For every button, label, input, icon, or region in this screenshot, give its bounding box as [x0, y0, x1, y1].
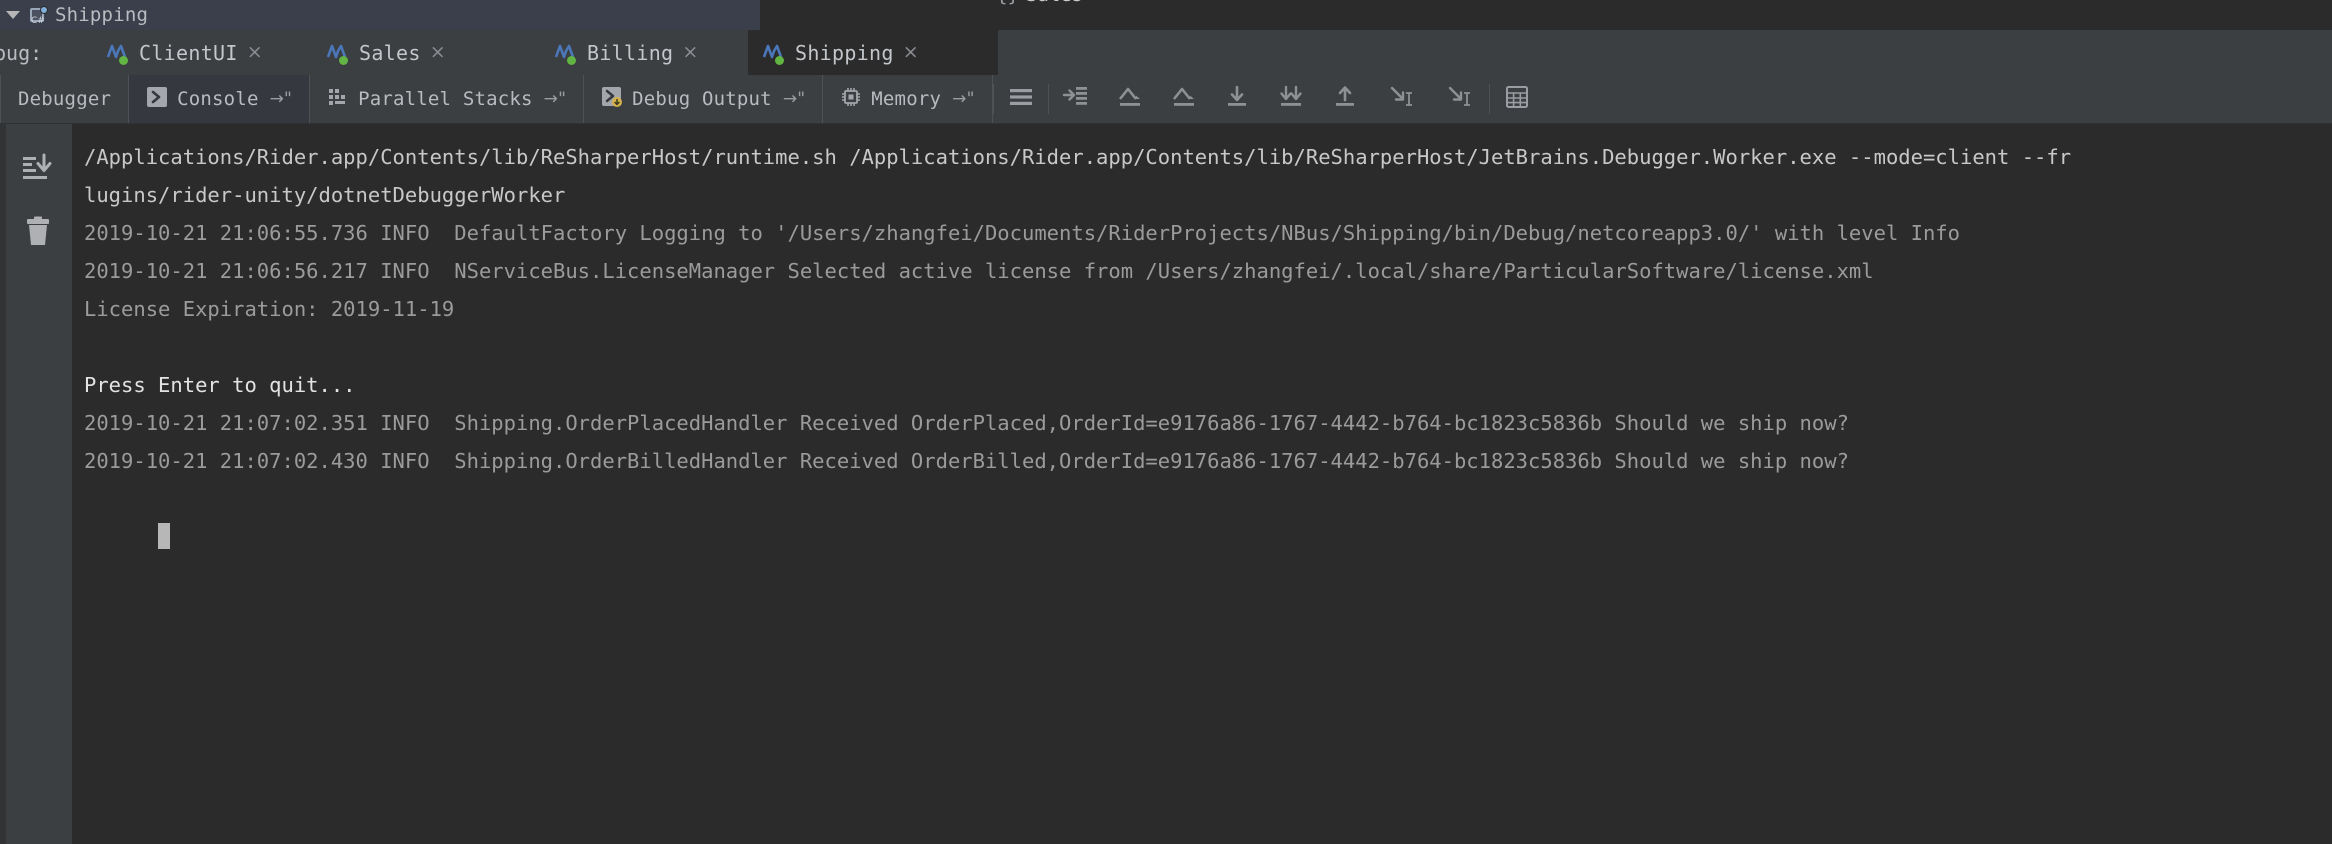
force-step-into-icon	[1061, 84, 1091, 114]
step-over-2-button[interactable]	[1157, 75, 1211, 123]
soft-wrap-icon	[1007, 85, 1035, 113]
evaluate-expression-button[interactable]	[1490, 75, 1544, 123]
run-tab-label: Sales	[359, 40, 421, 65]
force-step-into-2-button[interactable]	[1265, 75, 1319, 123]
csharp-project-icon: C#	[29, 5, 48, 25]
nservicebus-icon	[106, 42, 130, 65]
close-icon[interactable]: ×	[430, 43, 446, 62]
editor-tab-sales-label: Sales	[1026, 0, 1083, 6]
run-to-cursor-2-icon	[1444, 84, 1476, 114]
run-tab-label: Shipping	[795, 40, 894, 65]
tree-node-shipping[interactable]: C# Shipping	[0, 0, 760, 30]
close-icon[interactable]: ×	[682, 43, 698, 62]
tab-debug-output-label: Debug Output	[632, 88, 772, 110]
force-step-into-button[interactable]	[1049, 75, 1103, 123]
step-over-2-icon	[1169, 84, 1199, 114]
console-line: 2019-10-21 21:07:02.351 INFO Shipping.Or…	[84, 411, 1849, 435]
run-to-cursor-2-button[interactable]	[1431, 75, 1489, 123]
tab-memory-label: Memory	[871, 88, 942, 110]
console-caret-line	[78, 480, 2332, 549]
debug-output-icon	[601, 86, 623, 113]
run-configuration-tabs: bug: ClientUI × Sales × Billing × Shippi…	[0, 30, 2332, 75]
tab-debugger[interactable]: Debugger	[0, 75, 130, 123]
nservicebus-icon	[326, 42, 350, 65]
step-out-button[interactable]	[1319, 75, 1373, 123]
nservicebus-icon	[762, 42, 786, 65]
text-caret	[158, 523, 171, 549]
scroll-to-end-button[interactable]	[20, 152, 56, 188]
chevron-down-icon[interactable]	[6, 11, 20, 19]
close-icon[interactable]: ×	[903, 43, 919, 62]
gutter-edge	[0, 124, 6, 844]
parallel-stacks-icon	[327, 86, 349, 113]
tab-debugger-label: Debugger	[18, 88, 112, 110]
tab-memory[interactable]: Memory →"	[823, 75, 993, 123]
tree-node-label: Shipping	[55, 4, 149, 26]
debug-prefix-label: bug:	[0, 40, 43, 65]
run-tab-label: ClientUI	[139, 40, 238, 65]
console-line: 2019-10-21 21:07:02.430 INFO Shipping.Or…	[84, 449, 1849, 473]
run-to-cursor-icon	[1386, 84, 1418, 114]
memory-chip-icon	[840, 86, 862, 113]
console-side-toolbar	[0, 124, 73, 844]
run-tab-sales[interactable]: Sales ×	[312, 30, 460, 75]
step-over-button[interactable]	[1103, 75, 1157, 123]
detach-icon[interactable]: →"	[270, 89, 292, 109]
clear-all-button[interactable]	[20, 216, 56, 252]
run-to-cursor-button[interactable]	[1373, 75, 1431, 123]
braces-icon: {}	[996, 0, 1019, 6]
force-step-into-2-icon	[1276, 84, 1308, 114]
evaluate-expression-icon	[1504, 84, 1530, 114]
rider-debug-window: C# Shipping {} Sales bug: ClientUI ×	[0, 0, 2332, 844]
step-out-icon	[1331, 84, 1361, 114]
console-line: License Expiration: 2019-11-19	[84, 297, 455, 321]
console-icon	[146, 86, 168, 113]
tab-console-label: Console	[177, 88, 259, 110]
tab-parallel-stacks-label: Parallel Stacks	[358, 88, 533, 110]
step-into-button[interactable]	[1211, 75, 1265, 123]
detach-icon[interactable]: →"	[544, 89, 566, 109]
console-line: /Applications/Rider.app/Contents/lib/ReS…	[84, 145, 2072, 169]
soft-wrap-button[interactable]	[994, 75, 1048, 123]
run-tab-clientui[interactable]: ClientUI ×	[92, 30, 277, 75]
tab-parallel-stacks[interactable]: Parallel Stacks →"	[310, 75, 585, 123]
step-over-icon	[1115, 84, 1145, 114]
run-tab-billing[interactable]: Billing ×	[540, 30, 712, 75]
detach-icon[interactable]: →"	[783, 89, 805, 109]
trash-icon	[23, 216, 53, 252]
detach-icon[interactable]: →"	[952, 89, 974, 109]
run-tab-shipping[interactable]: Shipping ×	[748, 30, 998, 75]
console-line: 2019-10-21 21:06:55.736 INFO DefaultFact…	[84, 221, 1960, 245]
tab-console[interactable]: Console →"	[129, 75, 311, 123]
console-line: Press Enter to quit...	[84, 373, 356, 397]
editor-tab-sales[interactable]: {} Sales	[996, 0, 1083, 6]
project-tree-strip: C# Shipping {} Sales	[0, 0, 2332, 30]
nservicebus-icon	[554, 42, 578, 65]
tab-debug-output[interactable]: Debug Output →"	[584, 75, 824, 123]
close-icon[interactable]: ×	[247, 43, 263, 62]
scroll-to-end-icon	[21, 152, 55, 188]
console-output-panel[interactable]: /Applications/Rider.app/Contents/lib/ReS…	[72, 124, 2332, 844]
step-into-icon	[1223, 84, 1253, 114]
console-line: 2019-10-21 21:06:56.217 INFO NServiceBus…	[84, 259, 1874, 283]
debug-toolbar: Debugger Console →" Parallel Stacks →" D…	[0, 75, 2332, 124]
run-tab-label: Billing	[587, 40, 674, 65]
console-line: lugins/rider-unity/dotnetDebuggerWorker	[84, 183, 566, 207]
